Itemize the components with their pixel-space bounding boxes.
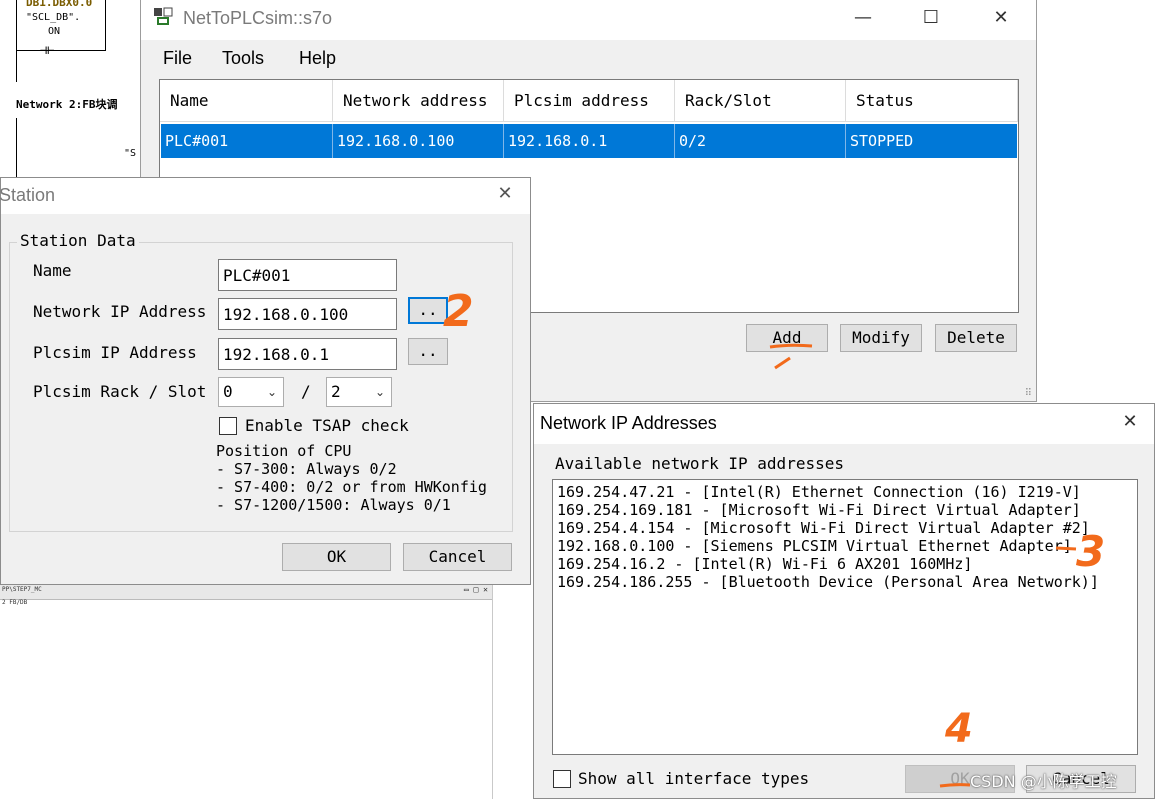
annotation-2: 2 bbox=[443, 286, 474, 337]
annotation-3: 3 bbox=[1076, 527, 1106, 576]
annotation-4: 4 bbox=[945, 706, 973, 752]
watermark: CSDN @小陈学工控 bbox=[970, 772, 1117, 791]
annotation-underline-add bbox=[769, 343, 813, 349]
annotation-underline-4 bbox=[939, 783, 971, 788]
annotation-dash-3 bbox=[1055, 546, 1077, 551]
annotation-tick-add bbox=[774, 356, 791, 370]
annotation-marks bbox=[769, 343, 1077, 788]
